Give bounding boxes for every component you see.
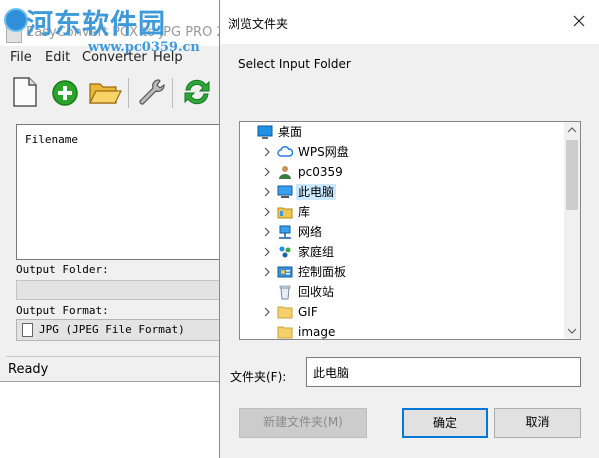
dialog-title: 浏览文件夹 <box>228 17 289 31</box>
folder-icon <box>277 324 293 339</box>
filename-column-header[interactable]: Filename <box>25 133 78 146</box>
homegroup-icon <box>277 244 293 260</box>
tree-item-label: image <box>298 325 336 339</box>
app-icon <box>6 25 22 43</box>
file-list[interactable]: Filename <box>16 124 232 260</box>
tree-item[interactable]: 网络 <box>240 222 565 242</box>
tree-item[interactable]: 此电脑 <box>240 182 565 202</box>
close-icon[interactable] <box>570 12 588 30</box>
user-icon <box>277 164 293 180</box>
tree-item[interactable]: 家庭组 <box>240 242 565 262</box>
tree-item-label: 网络 <box>298 225 323 239</box>
tree-item[interactable]: 回收站 <box>240 282 565 302</box>
chevron-right-icon[interactable] <box>262 206 272 218</box>
tree-item-label: 回收站 <box>298 285 335 299</box>
menu-file[interactable]: File <box>10 50 32 65</box>
add-icon[interactable] <box>50 76 82 108</box>
tree-item-label: GIF <box>298 305 318 319</box>
output-format-value: JPG (JPEG File Format) <box>39 323 185 336</box>
document-icon <box>22 323 33 337</box>
convert-refresh-icon[interactable] <box>180 76 212 108</box>
open-folder-icon[interactable] <box>88 76 122 108</box>
tree-item[interactable]: 桌面 <box>240 122 565 142</box>
folder-tree[interactable]: 桌面 WPS网盘 pc0359 此电脑库网络家庭组控制面板回收站 GIF image <box>239 121 581 340</box>
toolbar-separator <box>128 78 129 108</box>
menu-edit[interactable]: Edit <box>45 50 70 65</box>
desktop-icon <box>257 124 273 140</box>
chevron-right-icon[interactable] <box>262 146 272 158</box>
app-titlebar: EasyConvert PCX to JPG PRO 2 <box>0 0 230 46</box>
tree-item[interactable]: GIF <box>240 302 565 322</box>
browse-folder-dialog: 浏览文件夹 Select Input Folder 桌面 WPS网盘 pc0359 此… <box>219 0 599 458</box>
scroll-up-icon[interactable] <box>564 122 580 138</box>
statusbar-divider <box>6 356 230 357</box>
new-folder-button[interactable]: 新建文件夹(M) <box>239 408 367 438</box>
chevron-right-icon[interactable] <box>262 266 272 278</box>
output-folder-field[interactable] <box>16 280 232 300</box>
tree-item-label: 库 <box>298 205 311 219</box>
computer-icon <box>277 184 293 200</box>
status-text: Ready <box>8 362 49 377</box>
tree-item-label: 家庭组 <box>298 245 335 259</box>
output-format-label: Output Format: <box>16 304 109 317</box>
output-format-select[interactable]: JPG (JPEG File Format) <box>16 319 232 341</box>
menu-help[interactable]: Help <box>153 50 183 65</box>
chevron-right-icon[interactable] <box>262 246 272 258</box>
tree-item[interactable]: 控制面板 <box>240 262 565 282</box>
tree-item-label: 桌面 <box>278 125 303 139</box>
tree-item-label: 此电脑 <box>296 184 337 200</box>
chevron-right-icon[interactable] <box>262 306 272 318</box>
folder-icon <box>277 304 293 320</box>
chevron-right-icon[interactable] <box>262 226 272 238</box>
cancel-button[interactable]: 取消 <box>494 408 581 438</box>
vertical-scrollbar[interactable] <box>564 122 580 339</box>
toolbar-separator <box>172 78 173 108</box>
app-title: EasyConvert PCX to JPG PRO 2 <box>26 25 225 40</box>
app-window: EasyConvert PCX to JPG PRO 2 File Edit C… <box>0 0 232 382</box>
tree-item[interactable]: WPS网盘 <box>240 142 565 162</box>
menu-converter[interactable]: Converter <box>82 50 147 65</box>
tree-item[interactable]: pc0359 <box>240 162 565 182</box>
toolbar <box>8 74 230 112</box>
cloud-icon <box>277 144 294 160</box>
scrollbar-thumb[interactable] <box>566 140 578 210</box>
tree-item[interactable]: 库 <box>240 202 565 222</box>
new-document-icon[interactable] <box>10 76 42 108</box>
library-icon <box>277 204 293 220</box>
control-panel-icon <box>277 264 293 280</box>
folder-input[interactable] <box>306 357 581 387</box>
chevron-right-icon[interactable] <box>262 186 272 198</box>
settings-wrench-icon[interactable] <box>135 76 167 108</box>
menu-bar: File Edit Converter Help <box>0 50 230 68</box>
output-folder-label: Output Folder: <box>16 263 109 276</box>
scroll-down-icon[interactable] <box>564 323 580 339</box>
tree-item-label: pc0359 <box>298 165 343 179</box>
tree-item-label: 控制面板 <box>298 265 347 279</box>
ok-button[interactable]: 确定 <box>402 408 488 438</box>
network-icon <box>277 224 293 240</box>
dialog-prompt: Select Input Folder <box>238 57 351 71</box>
tree-item[interactable]: image <box>240 322 565 339</box>
dialog-titlebar: 浏览文件夹 <box>220 0 599 44</box>
chevron-right-icon[interactable] <box>262 166 272 178</box>
recycle-bin-icon <box>277 284 293 300</box>
tree-item-label: WPS网盘 <box>298 145 349 159</box>
folder-label: 文件夹(F): <box>230 370 287 384</box>
